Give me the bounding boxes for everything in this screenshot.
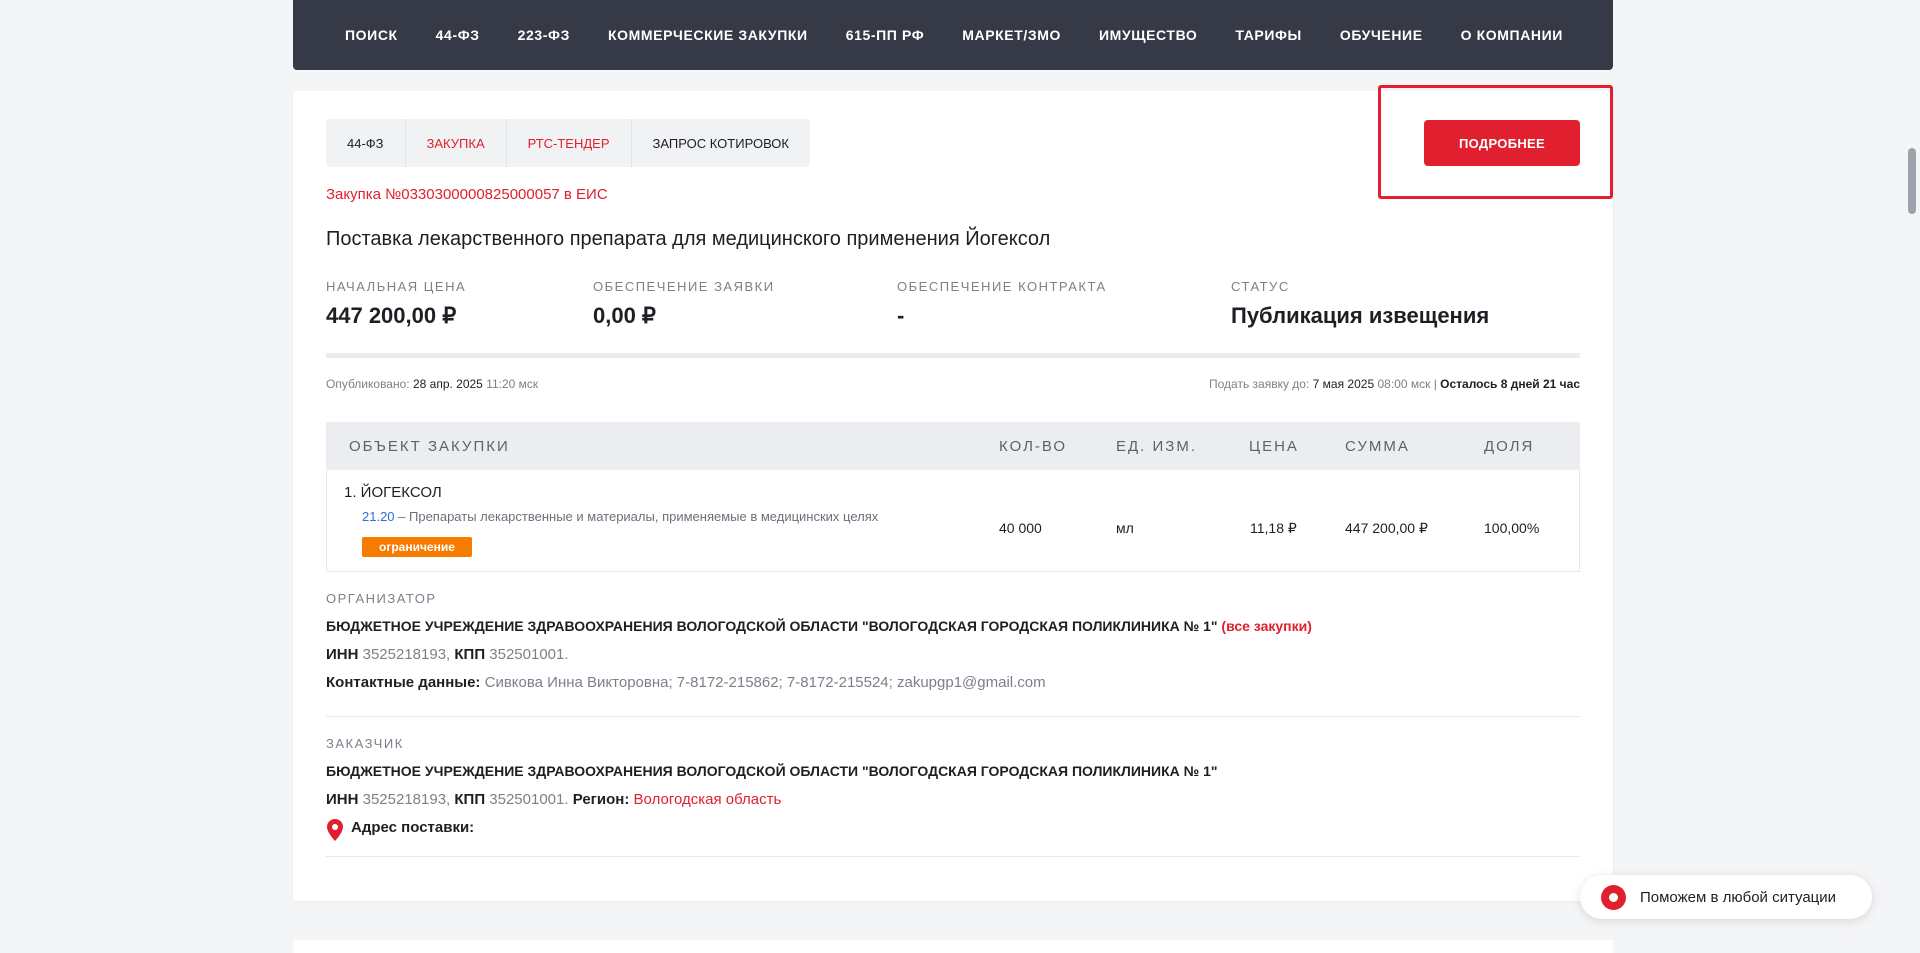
more-button[interactable]: ПОДРОБНЕЕ	[1424, 120, 1580, 166]
all-purchases-link[interactable]: (все закупки)	[1221, 618, 1311, 634]
okpd-text: – Препараты лекарственные и материалы, п…	[394, 509, 879, 524]
organizer-contacts: Контактные данные: Сивкова Инна Викторов…	[326, 674, 1046, 691]
tender-title: Поставка лекарственного препарата для ме…	[326, 228, 1051, 250]
items-table: ОБЪЕКТ ЗАКУПКИ КОЛ-ВО ЕД. ИЗМ. ЦЕНА СУММ…	[326, 422, 1580, 572]
scrollbar-thumb[interactable]	[1908, 148, 1916, 214]
deadline-label: Подать заявку до:	[1209, 377, 1310, 391]
table-header: ОБЪЕКТ ЗАКУПКИ КОЛ-ВО ЕД. ИЗМ. ЦЕНА СУММ…	[326, 422, 1580, 470]
published-time: 11:20 мск	[486, 377, 539, 391]
stat-start-price: НАЧАЛЬНАЯ ЦЕНА 447 200,00 ₽	[326, 279, 466, 329]
customer-ids: ИНН 3525218193, КПП 352501001. Регион: В…	[326, 791, 781, 808]
region-link[interactable]: Вологодская область	[634, 791, 782, 808]
kpp-label: КПП	[454, 791, 486, 808]
stat-value: -	[897, 303, 905, 328]
chat-icon	[1601, 884, 1626, 910]
nav-commercial[interactable]: КОММЕРЧЕСКИЕ ЗАКУПКИ	[608, 27, 808, 43]
table-row: 1. ЙОГЕКСОЛ 21.20 – Препараты лекарствен…	[326, 470, 1580, 572]
tag-type[interactable]: ЗАКУПКА	[405, 119, 507, 167]
tag-method[interactable]: ЗАПРОС КОТИРОВОК	[631, 119, 810, 167]
stat-label: ОБЕСПЕЧЕНИЕ ЗАЯВКИ	[593, 279, 775, 294]
col-qty: КОЛ-ВО	[999, 437, 1068, 455]
inn-label: ИНН	[326, 646, 359, 663]
inn-value: 3525218193,	[362, 646, 451, 663]
time-remaining: Осталось 8 дней 21 час	[1440, 377, 1580, 391]
published-date: 28 апр. 2025	[412, 377, 483, 391]
nav-training[interactable]: ОБУЧЕНИЕ	[1340, 27, 1423, 43]
okpd-code[interactable]: 21.20	[362, 509, 395, 524]
contacts-label: Контактные данные:	[326, 674, 481, 691]
help-chat-label: Поможем в любой ситуации	[1640, 888, 1837, 906]
nav-market[interactable]: МАРКЕТ/ЗМО	[962, 27, 1061, 43]
help-chat-widget[interactable]: Поможем в любой ситуации	[1580, 875, 1872, 919]
deadline-separator: |	[1433, 377, 1437, 391]
organizer-name-row: БЮДЖЕТНОЕ УЧРЕЖДЕНИЕ ЗДРАВООХРАНЕНИЯ ВОЛ…	[326, 618, 1312, 634]
stat-status: СТАТУС Публикация извещения	[1231, 279, 1489, 329]
stat-label: ОБЕСПЕЧЕНИЕ КОНТРАКТА	[897, 279, 1107, 294]
cell-unit: мл	[1116, 520, 1134, 536]
cell-price: 11,18 ₽	[1250, 520, 1297, 536]
nav-property[interactable]: ИМУЩЕСТВО	[1099, 27, 1197, 43]
divider	[326, 353, 1580, 358]
tender-card: 44-ФЗ ЗАКУПКА РТС-ТЕНДЕР ЗАПРОС КОТИРОВО…	[293, 85, 1613, 901]
col-share: ДОЛЯ	[1484, 437, 1535, 455]
eis-link[interactable]: Закупка №0330300000825000057 в ЕИС	[326, 186, 608, 203]
stat-value: Публикация извещения	[1231, 303, 1490, 328]
nav-about[interactable]: О КОМПАНИИ	[1461, 27, 1563, 43]
deadline-time: 08:00 мск	[1377, 377, 1431, 391]
kpp-label: КПП	[454, 646, 486, 663]
inn-value: 3525218193,	[362, 791, 451, 808]
col-object: ОБЪЕКТ ЗАКУПКИ	[349, 437, 510, 455]
okpd-classifier: 21.20 – Препараты лекарственные и матери…	[362, 509, 878, 524]
organizer-name: БЮДЖЕТНОЕ УЧРЕЖДЕНИЕ ЗДРАВООХРАНЕНИЯ ВОЛ…	[326, 618, 1218, 634]
stat-value: 0,00 ₽	[593, 303, 656, 328]
nav-615pp[interactable]: 615-ПП РФ	[846, 27, 925, 43]
organizer-label: ОРГАНИЗАТОР	[326, 591, 437, 606]
dates-row: Опубликовано: 28 апр. 2025 11:20 мск Под…	[326, 377, 1580, 391]
region-label: Регион:	[572, 791, 630, 808]
map-pin-icon	[327, 819, 343, 841]
top-nav: ПОИСК 44-ФЗ 223-ФЗ КОММЕРЧЕСКИЕ ЗАКУПКИ …	[293, 0, 1613, 70]
stat-value: 447 200,00 ₽	[326, 303, 457, 328]
customer-name: БЮДЖЕТНОЕ УЧРЕЖДЕНИЕ ЗДРАВООХРАНЕНИЯ ВОЛ…	[326, 763, 1218, 779]
stat-label: НАЧАЛЬНАЯ ЦЕНА	[326, 279, 467, 294]
col-sum: СУММА	[1345, 437, 1410, 455]
stat-bid-security: ОБЕСПЕЧЕНИЕ ЗАЯВКИ 0,00 ₽	[593, 279, 775, 329]
tender-tags: 44-ФЗ ЗАКУПКА РТС-ТЕНДЕР ЗАПРОС КОТИРОВО…	[326, 119, 810, 167]
divider	[326, 716, 1580, 717]
divider	[326, 856, 1580, 857]
col-price: ЦЕНА	[1249, 437, 1299, 455]
customer-label: ЗАКАЗЧИК	[326, 736, 404, 751]
cell-sum: 447 200,00 ₽	[1345, 520, 1428, 536]
col-unit: ЕД. ИЗМ.	[1116, 437, 1198, 455]
restriction-badge: ограничение	[362, 537, 472, 557]
kpp-value: 352501001.	[489, 791, 569, 808]
item-name: 1. ЙОГЕКСОЛ	[344, 484, 442, 501]
nav-44fz[interactable]: 44-ФЗ	[436, 27, 480, 43]
tag-law[interactable]: 44-ФЗ	[326, 119, 406, 167]
contacts-value: Сивкова Инна Викторовна; 7-8172-215862; …	[484, 674, 1046, 691]
nav-223fz[interactable]: 223-ФЗ	[518, 27, 570, 43]
published-label: Опубликовано:	[326, 377, 410, 391]
next-card	[293, 940, 1613, 953]
kpp-value: 352501001.	[489, 646, 569, 663]
deadline-info: Подать заявку до: 7 мая 2025 08:00 мск |…	[1209, 377, 1580, 391]
stat-label: СТАТУС	[1231, 279, 1290, 294]
tag-platform[interactable]: РТС-ТЕНДЕР	[506, 119, 632, 167]
published-info: Опубликовано: 28 апр. 2025 11:20 мск	[326, 377, 538, 391]
inn-label: ИНН	[326, 791, 359, 808]
cell-share: 100,00%	[1484, 520, 1540, 536]
cell-qty: 40 000	[999, 520, 1042, 536]
nav-search[interactable]: ПОИСК	[345, 27, 398, 43]
stat-contract-security: ОБЕСПЕЧЕНИЕ КОНТРАКТА -	[897, 279, 1107, 329]
deadline-date: 7 мая 2025	[1312, 377, 1375, 391]
delivery-address-label: Адрес поставки:	[351, 819, 475, 836]
nav-tariffs[interactable]: ТАРИФЫ	[1235, 27, 1301, 43]
organizer-ids: ИНН 3525218193, КПП 352501001.	[326, 646, 569, 663]
